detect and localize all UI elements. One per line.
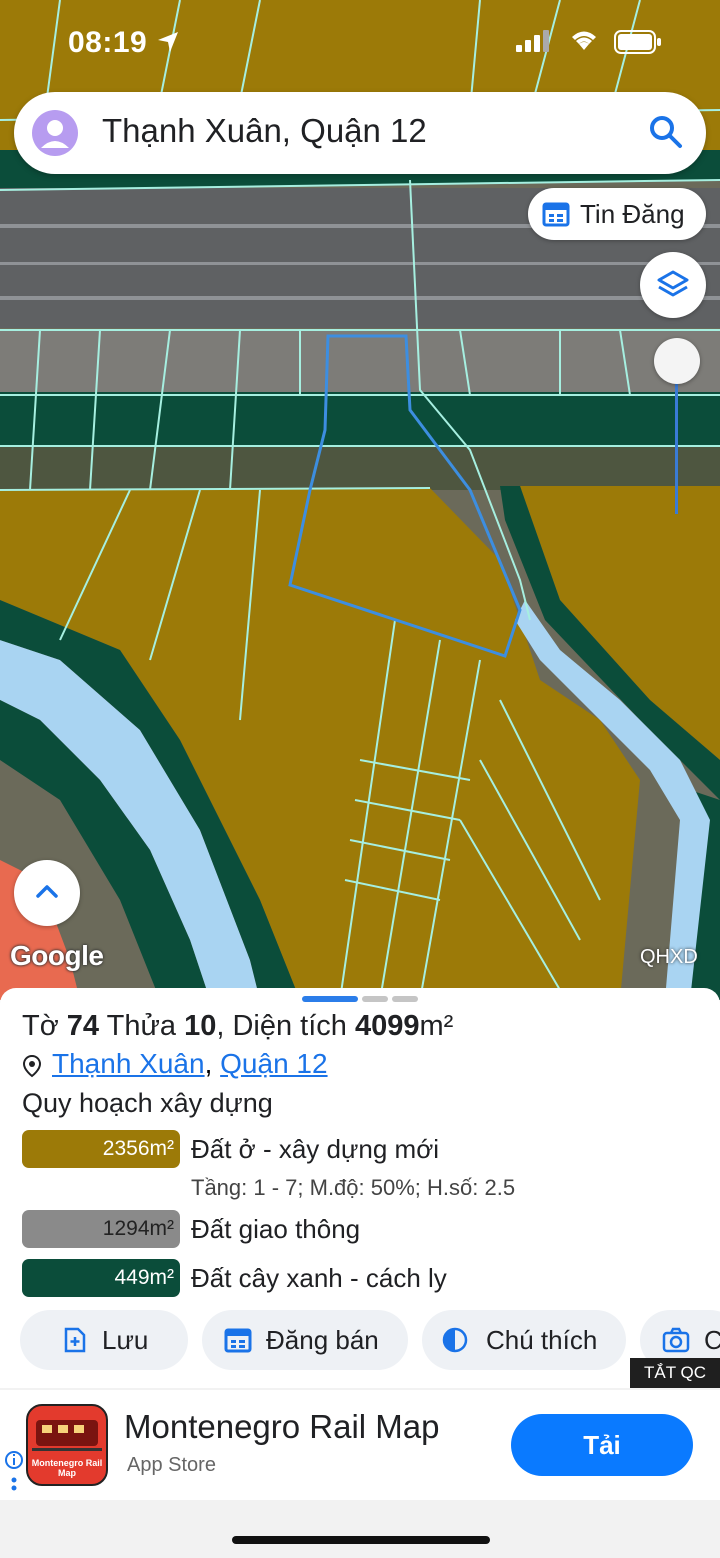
area-value: 4099 [354, 1010, 420, 1042]
opacity-slider-track[interactable] [675, 368, 678, 514]
ad-store: App Store [127, 1454, 216, 1476]
sheet-label: Tờ [22, 1010, 59, 1042]
listing-button[interactable]: Tin Đăng [528, 188, 706, 240]
train-icon [32, 1420, 102, 1451]
sell-label: Đăng bán [266, 1325, 379, 1355]
search-bar[interactable]: Thạnh Xuân, Quận 12 [14, 92, 706, 174]
sheet-number: 74 [66, 1010, 100, 1042]
save-button[interactable]: Lưu [20, 1310, 188, 1370]
layer-label: QHXD [640, 946, 698, 968]
camera-label: C [704, 1325, 720, 1355]
layers-icon [657, 270, 689, 297]
sheet-page-indicator-active[interactable] [302, 996, 358, 1002]
listing-label: Tin Đăng [580, 199, 685, 229]
calendar-icon [542, 202, 570, 227]
save-label: Lưu [102, 1325, 149, 1355]
sheet-page-indicator[interactable] [362, 996, 388, 1002]
chevron-up-icon [36, 885, 58, 898]
ad-info[interactable] [4, 1450, 24, 1501]
sheet-page-indicator[interactable] [392, 996, 418, 1002]
zone-detail: Tầng: 1 - 7; M.độ: 50%; H.số: 2.5 [191, 1175, 516, 1200]
legend-button[interactable]: Chú thích [422, 1310, 626, 1370]
ad-app-icon[interactable]: Montenegro Rail Map [26, 1404, 108, 1486]
close-ad-button[interactable]: TẮT QC [630, 1358, 720, 1388]
calendar-icon [224, 1328, 252, 1353]
google-logo: Google [10, 940, 104, 971]
user-icon [41, 120, 69, 148]
zone-area-badge: 449m² [22, 1259, 180, 1297]
zone-area-badge: 1294m² [22, 1210, 180, 1248]
location-arrow-icon [158, 32, 178, 52]
address-separator: , [204, 1048, 213, 1079]
parcel-title: Tờ 74 Thửa 10, Diện tích 4099m² [22, 1010, 453, 1043]
legend-label: Chú thích [486, 1325, 598, 1355]
map-view[interactable]: 08:19 Thạnh Xuân, Quận 12 Tin Đăng Googl… [0, 0, 720, 1000]
layers-button[interactable] [640, 252, 706, 318]
clock: 08:19 [68, 26, 148, 59]
save-icon [64, 1327, 86, 1353]
parcel-number: 10 [184, 1010, 217, 1042]
location-pin-icon [22, 1054, 42, 1077]
avatar[interactable] [32, 110, 78, 156]
wifi-icon [572, 31, 596, 50]
area-label: , Diện tích [216, 1010, 347, 1042]
parcel-info-sheet[interactable]: Tờ 74 Thửa 10, Diện tích 4099m² Thạnh Xu… [0, 988, 720, 1388]
sell-button[interactable]: Đăng bán [202, 1310, 408, 1370]
signal-icon [516, 30, 549, 52]
ad-install-button[interactable]: Tải [511, 1414, 693, 1476]
info-icon [5, 1451, 23, 1491]
zone-label: Đất ở - xây dựng mới [191, 1134, 440, 1164]
opacity-slider-handle[interactable] [654, 338, 700, 384]
planning-title: Quy hoạch xây dựng [22, 1088, 273, 1118]
ad-title[interactable]: Montenegro Rail Map [124, 1408, 440, 1446]
area-unit: m² [419, 1010, 454, 1042]
search-input[interactable]: Thạnh Xuân, Quận 12 [102, 112, 427, 150]
status-bar: 08:19 [0, 0, 720, 88]
home-indicator[interactable] [232, 1536, 490, 1544]
ward-link[interactable]: Thạnh Xuân [52, 1048, 205, 1079]
legend-icon [442, 1327, 468, 1353]
battery-icon [614, 30, 661, 54]
zone-label: Đất giao thông [191, 1214, 361, 1244]
camera-icon [662, 1327, 690, 1353]
district-link[interactable]: Quận 12 [220, 1048, 327, 1079]
action-bar: Lưu Đăng bán Chú thích C [0, 1310, 720, 1372]
address: Thạnh Xuân, Quận 12 [22, 1048, 328, 1080]
parcel-label: Thửa [106, 1010, 176, 1042]
expand-button[interactable] [14, 860, 80, 926]
ad-icon-text: Montenegro Rail Map [31, 1458, 103, 1478]
zone-label: Đất cây xanh - cách ly [191, 1263, 447, 1293]
ad-banner[interactable]: Montenegro Rail Map Montenegro Rail Map … [0, 1390, 720, 1500]
search-icon[interactable] [648, 114, 684, 150]
zone-area-badge: 2356m² [22, 1130, 180, 1168]
